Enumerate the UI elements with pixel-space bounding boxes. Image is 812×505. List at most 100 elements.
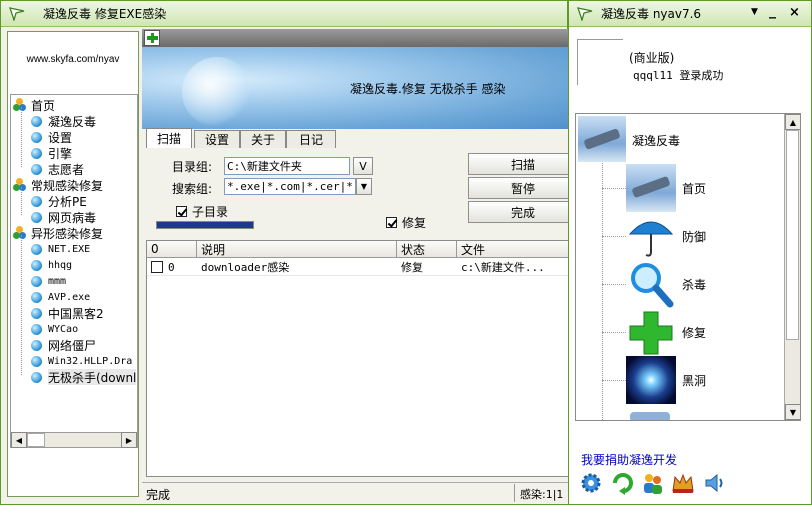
- minimize-icon[interactable]: _: [769, 3, 776, 19]
- tree-item-label: WYCao: [48, 323, 79, 335]
- dot-icon: [31, 339, 42, 351]
- tree-item[interactable]: 网络僵尸: [31, 337, 137, 353]
- row-check-icon[interactable]: [151, 261, 163, 273]
- tree-item[interactable]: hhqg: [31, 257, 137, 273]
- users-icon[interactable]: [641, 471, 665, 495]
- scroll-left-icon[interactable]: ◀: [11, 432, 27, 448]
- infection-count: 感染:1|1: [520, 488, 564, 501]
- tab-bar: 扫描 设置 关于 日记: [146, 128, 506, 148]
- col-header-file[interactable]: 文件: [457, 241, 570, 258]
- gear-icon[interactable]: [579, 471, 603, 495]
- subdir-checkbox[interactable]: 子目录: [176, 203, 228, 220]
- tree-trunk: [21, 187, 22, 215]
- status-text: 完成: [146, 488, 171, 502]
- dropdown-icon[interactable]: ▼: [751, 7, 758, 17]
- row-file-cell: c:\新建文件...: [461, 261, 545, 274]
- refresh-icon[interactable]: [611, 471, 635, 495]
- blackhole-icon: [626, 356, 676, 404]
- col-header-num[interactable]: 0: [147, 241, 197, 258]
- tree-item[interactable]: 凝逸反毒: [31, 113, 137, 129]
- tree-item[interactable]: mmm: [31, 273, 137, 289]
- crown-icon[interactable]: [671, 471, 695, 495]
- tree-item[interactable]: 无极杀手(downl: [31, 369, 137, 385]
- menu-label-defense: 防御: [682, 230, 707, 244]
- subdir-check-icon[interactable]: [176, 206, 187, 217]
- tree-item[interactable]: 分析PE: [31, 193, 137, 209]
- toolbar: [142, 29, 569, 47]
- tree-item[interactable]: 常规感染修复: [13, 177, 137, 193]
- main-window-title: 凝逸反毒 修复EXE感染: [43, 7, 167, 21]
- menu-item-blackhole[interactable]: 黑洞: [576, 356, 776, 404]
- menu-item-scan[interactable]: 杀毒: [576, 260, 776, 308]
- dot-icon: [31, 355, 42, 367]
- banner-text: 凝逸反毒.修复 无极杀手 感染: [350, 82, 506, 96]
- menu-vscroll[interactable]: ▲ ▼: [784, 114, 800, 420]
- edition-label: (商业版): [629, 51, 675, 65]
- scroll-up-icon[interactable]: ▲: [785, 114, 800, 130]
- close-icon[interactable]: ×: [789, 5, 800, 20]
- tree-item[interactable]: Win32.HLLP.Dra: [31, 353, 137, 369]
- login-status: qqql11 登录成功: [633, 69, 724, 82]
- menu-item-repair[interactable]: 修复: [576, 308, 776, 356]
- dot-icon: [31, 323, 42, 335]
- col-header-desc[interactable]: 说明: [197, 241, 397, 258]
- tree-item[interactable]: 志愿者: [31, 161, 137, 177]
- tree-item[interactable]: 引擎: [31, 145, 137, 161]
- tab-settings[interactable]: 设置: [194, 130, 240, 148]
- menu-label-nyav: 凝逸反毒: [632, 134, 681, 148]
- tree-item-label: 凝逸反毒: [48, 114, 97, 129]
- bottom-toolbar: [579, 471, 739, 497]
- search-group-label: 搜索组:: [172, 182, 213, 196]
- main-titlebar[interactable]: 凝逸反毒 修复EXE感染: [1, 1, 567, 27]
- tree-item[interactable]: NET.EXE: [31, 241, 137, 257]
- donate-link[interactable]: 我要捐助凝逸开发: [581, 451, 677, 468]
- dir-group-dropdown-button[interactable]: V: [353, 157, 373, 175]
- dot-icon: [31, 259, 42, 271]
- menu-item-nyav[interactable]: 凝逸反毒: [578, 116, 778, 164]
- group-icon: [13, 226, 27, 240]
- tree-item[interactable]: 首页: [13, 97, 137, 113]
- scroll-right-icon[interactable]: ▶: [121, 432, 137, 448]
- col-header-status[interactable]: 状态: [397, 241, 457, 258]
- tree-item[interactable]: WYCao: [31, 321, 137, 337]
- tab-scan[interactable]: 扫描: [146, 128, 192, 148]
- tree-branch: [602, 188, 626, 189]
- tree-item-label: 网页病毒: [48, 210, 97, 225]
- done-button[interactable]: 完成: [468, 201, 578, 223]
- tree-item[interactable]: 异形感染修复: [13, 225, 137, 241]
- tab-about[interactable]: 关于: [240, 130, 286, 148]
- add-icon[interactable]: [144, 30, 160, 46]
- dir-group-input[interactable]: C:\新建文件夹: [224, 157, 350, 175]
- tree-item[interactable]: 设置: [31, 129, 137, 145]
- feature-menu: 凝逸反毒 首页 防御 杀毒 修复 黑洞 ▲ ▼: [575, 113, 801, 421]
- search-group-select[interactable]: *.exe|*.com|*.cer|*.c: [224, 178, 356, 195]
- repair-check-icon[interactable]: [386, 217, 397, 228]
- site-url[interactable]: www.skyfa.com/nyav: [8, 54, 138, 65]
- tab-log[interactable]: 日记: [286, 130, 336, 148]
- tree-item[interactable]: AVP.exe: [31, 289, 137, 305]
- scroll-down-icon[interactable]: ▼: [785, 404, 800, 420]
- scroll-thumb[interactable]: [27, 433, 45, 447]
- row-status-cell: 修复: [401, 261, 423, 274]
- dot-icon: [31, 131, 42, 143]
- side-titlebar[interactable]: 凝逸反毒 nyav7.6 ▼ _ ×: [569, 1, 811, 27]
- chevron-down-icon[interactable]: ▼: [356, 178, 372, 195]
- tree-item[interactable]: 网页病毒: [31, 209, 137, 225]
- tree-item-label: NET.EXE: [48, 243, 91, 255]
- scroll-thumb[interactable]: [786, 130, 799, 340]
- repair-checkbox[interactable]: 修复: [386, 214, 426, 231]
- tree-item[interactable]: 中国黑客2: [31, 305, 137, 321]
- speaker-icon[interactable]: [703, 471, 727, 495]
- dir-group-label: 目录组:: [172, 160, 213, 174]
- scan-button[interactable]: 扫描: [468, 153, 578, 175]
- menu-item-home[interactable]: 首页: [576, 164, 776, 212]
- tree-item-label: 无极杀手(downl: [48, 369, 137, 385]
- menu-item-defense[interactable]: 防御: [576, 212, 776, 260]
- tree-trunk: [21, 235, 22, 375]
- pause-button[interactable]: 暂停: [468, 177, 578, 199]
- nav-tree: 首页 凝逸反毒 设置 引擎 志愿者 常规感染修复 分析PE 网页病毒 异形感染修复 NET.EXE…: [10, 94, 138, 446]
- nav-hscroll[interactable]: ◀ ▶: [10, 432, 138, 448]
- avatar[interactable]: [577, 39, 623, 85]
- side-window: 凝逸反毒 nyav7.6 ▼ _ × (商业版) qqql11 登录成功 凝逸反…: [568, 0, 812, 505]
- table-row[interactable]: 0 downloader感染 修复 c:\新建文件...: [147, 259, 568, 276]
